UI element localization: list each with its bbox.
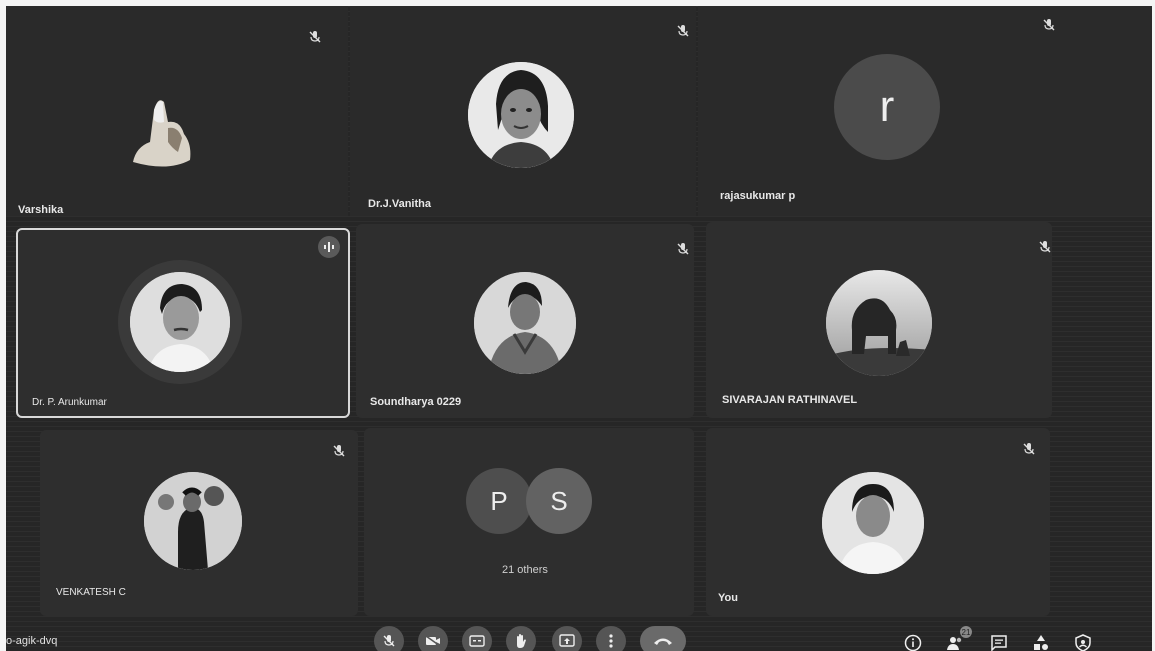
camera-icon <box>425 635 441 647</box>
sivarajan-avatar <box>826 270 932 376</box>
participant-name: Dr. P. Arunkumar <box>32 397 107 408</box>
avatar-initial: S <box>550 485 568 516</box>
vanitha-avatar <box>468 62 574 168</box>
soundharya-avatar <box>474 272 576 374</box>
mic-off-icon <box>677 25 689 37</box>
chat-icon[interactable] <box>990 634 1008 651</box>
camera-button[interactable] <box>418 626 448 651</box>
others-avatar-p: P <box>466 468 532 534</box>
raise-hand-button[interactable] <box>506 626 536 651</box>
mic-off-icon <box>1043 19 1055 31</box>
participant-tile-soundharya[interactable]: Soundharya 0229 <box>356 224 694 418</box>
meeting-code: o-agik-dvq <box>6 635 58 647</box>
mic-off-icon <box>1039 241 1051 253</box>
others-count-label: 21 others <box>502 564 548 576</box>
mic-icon <box>383 635 395 647</box>
end-call-icon <box>654 638 672 645</box>
participant-name: Varshika <box>18 204 64 216</box>
you-avatar <box>822 472 924 574</box>
participant-tile-rajasukumar[interactable]: r rajasukumar p <box>698 6 1152 216</box>
captions-icon <box>469 635 485 647</box>
venkatesh-avatar <box>144 472 242 570</box>
meeting-screen: Varshika Dr.J.Vanitha r rajasukumar p Dr… <box>6 6 1152 651</box>
participant-name: You <box>718 592 738 604</box>
participant-tile-arunkumar[interactable]: Dr. P. Arunkumar <box>16 228 350 418</box>
participant-name: rajasukumar p <box>720 190 796 202</box>
participant-name: Dr.J.Vanitha <box>368 198 431 210</box>
mic-off-icon <box>333 445 345 457</box>
mic-off-icon <box>309 31 321 43</box>
present-button[interactable] <box>552 626 582 651</box>
varshika-avatar <box>133 100 191 167</box>
participant-tile-vanitha[interactable]: Dr.J.Vanitha <box>350 6 696 216</box>
avatar-initial: r <box>879 82 895 131</box>
people-count-badge: 21 <box>960 626 972 638</box>
arunkumar-avatar <box>130 272 230 372</box>
activities-icon[interactable] <box>1032 634 1050 651</box>
mic-off-icon <box>677 243 689 255</box>
mic-button[interactable] <box>374 626 404 651</box>
participant-tile-sivarajan[interactable]: SIVARAJAN RATHINAVEL <box>706 222 1052 418</box>
end-call-button[interactable] <box>640 626 686 651</box>
participant-tile-venkatesh[interactable]: VENKATESH C <box>40 430 358 616</box>
host-controls-icon[interactable] <box>1074 634 1092 651</box>
participant-name: SIVARAJAN RATHINAVEL <box>722 394 858 406</box>
people-count: 21 <box>961 627 971 637</box>
info-icon[interactable] <box>904 634 922 651</box>
present-icon <box>559 634 575 647</box>
participant-name: VENKATESH C <box>56 587 126 598</box>
mic-off-icon <box>1023 443 1035 455</box>
more-options-icon <box>609 634 613 648</box>
others-avatar-s: S <box>526 468 592 534</box>
rajasukumar-avatar: r <box>834 54 940 160</box>
more-options-button[interactable] <box>596 626 626 651</box>
captions-button[interactable] <box>462 626 492 651</box>
participant-tile-varshika[interactable]: Varshika <box>6 6 348 216</box>
raise-hand-icon <box>517 634 526 648</box>
participant-name: Soundharya 0229 <box>370 396 462 408</box>
audio-level-icon <box>318 236 340 258</box>
others-tile[interactable]: P S 21 others <box>364 428 694 616</box>
participant-tile-you[interactable]: You <box>706 428 1050 616</box>
avatar-initial: P <box>490 485 508 516</box>
